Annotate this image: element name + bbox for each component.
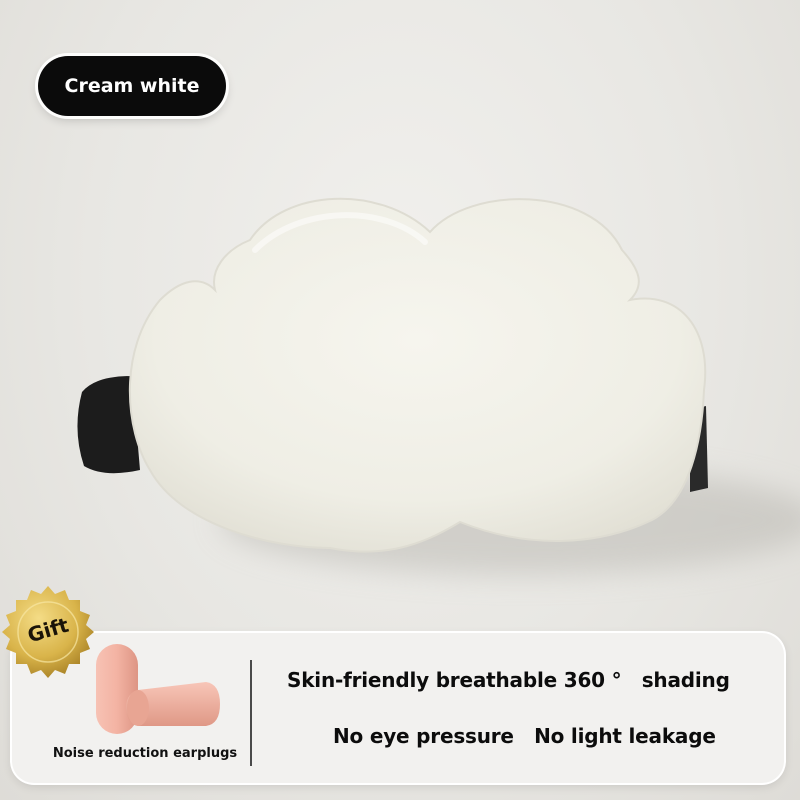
gift-badge: Gift: [0, 582, 96, 678]
earplugs-caption: Noise reduction earplugs: [52, 746, 238, 761]
mask-body: [128, 197, 707, 553]
feature-line-breathable: Skin-friendly breathable 360 ° shading: [287, 668, 730, 692]
earplugs-icon: [96, 644, 220, 734]
cloud-eye-mask-image: [77, 197, 800, 575]
feature-line-no-pressure: No eye pressure No light leakage: [333, 724, 716, 748]
